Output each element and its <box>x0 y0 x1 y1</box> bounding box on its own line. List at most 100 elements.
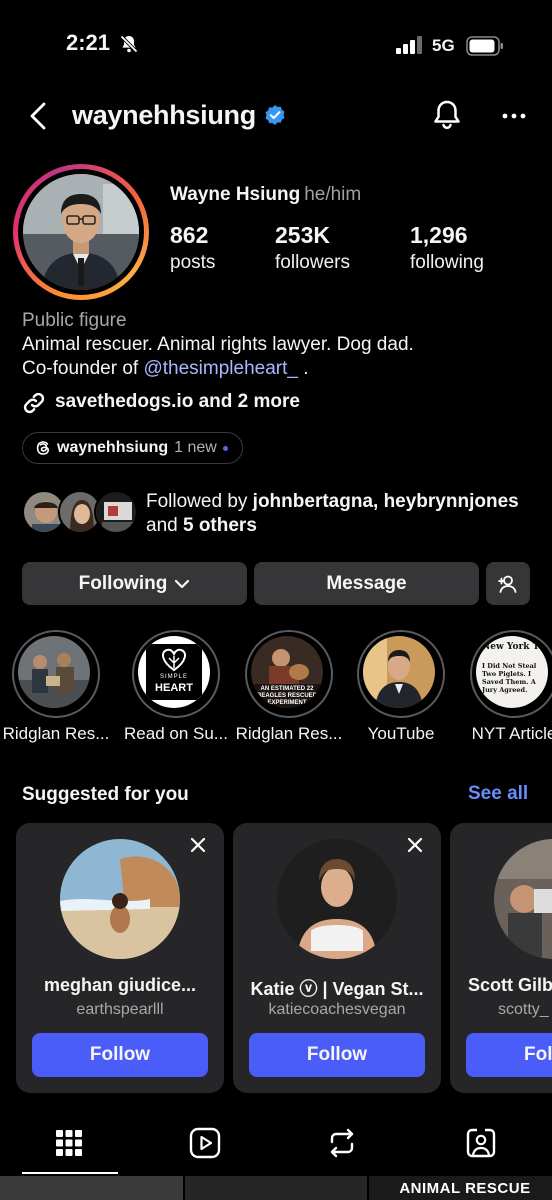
stat-label: followers <box>275 252 350 273</box>
status-time: 2:21 <box>66 30 111 55</box>
suggested-name: Katie ⓥ | Vegan St... <box>250 979 424 999</box>
see-all-link[interactable]: See all <box>468 783 528 805</box>
stat-followers[interactable]: 253K followers <box>275 222 350 274</box>
followed-by-text: Followed by johnbertagna, heybrynnjones … <box>146 490 536 538</box>
add-person-icon <box>498 575 517 593</box>
new-indicator-dot <box>222 445 228 451</box>
suggested-handle: katiecoachesvegan <box>268 1001 406 1018</box>
highlight-simple-heart[interactable]: SIMPLE HEART Read on Su... <box>124 630 228 750</box>
bio-text: Co-founder of <box>22 358 144 379</box>
suggested-card[interactable]: meghan giudice... earthspearlll Follow <box>16 823 224 1093</box>
highlight-nyt-article[interactable]: New York Ti I Did Not Steal Two Piglets.… <box>470 630 552 750</box>
silent-mode-icon <box>120 35 138 53</box>
simple-heart-bottom-text: HEART <box>155 682 193 694</box>
followed-by-names: johnbertagna, heybrynnjones <box>252 491 519 512</box>
highlight-cover: AN ESTIMATED 22 BEAGLES RESCUED EXPERIME… <box>251 636 323 708</box>
profile-avatar[interactable] <box>13 164 149 300</box>
back-arrow-icon[interactable] <box>26 100 50 132</box>
highlight-label: YouTube <box>367 724 435 743</box>
link-chain-icon <box>23 392 45 414</box>
highlight-label: Read on Su... <box>124 724 228 743</box>
tagged-person-icon <box>466 1128 496 1158</box>
posts-grid-peek: ANIMAL RESCUE <box>0 1176 552 1200</box>
follow-button[interactable]: Follo <box>466 1033 552 1077</box>
verified-badge-icon <box>265 105 285 125</box>
signal-icon <box>396 36 422 54</box>
highlight-cover: SIMPLE HEART <box>138 636 210 708</box>
pronouns: he/him <box>304 184 362 205</box>
suggested-title: Suggested for you <box>22 784 189 805</box>
dismiss-close-icon[interactable] <box>407 837 423 853</box>
suggested-name: meghan giudice... <box>43 975 197 995</box>
follow-button[interactable]: Follow <box>32 1033 208 1077</box>
post-thumbnail[interactable] <box>184 1176 368 1200</box>
simple-heart-logo: SIMPLE HEART <box>146 644 202 700</box>
highlight-ridglan-1[interactable]: Ridglan Res... <box>3 630 109 750</box>
tab-tagged[interactable] <box>434 1112 530 1174</box>
bio-line-1: Animal rescuer. Animal rights lawyer. Do… <box>22 334 414 355</box>
message-label: Message <box>326 572 407 594</box>
suggested-card[interactable]: Katie ⓥ | Vegan St... katiecoachesvegan … <box>233 823 441 1093</box>
highlight-cover: New York Ti I Did Not Steal Two Piglets.… <box>476 636 548 708</box>
dismiss-close-icon[interactable] <box>190 837 206 853</box>
tab-reels[interactable] <box>158 1112 254 1174</box>
heart-icon <box>161 648 187 672</box>
more-options-icon[interactable] <box>498 104 530 128</box>
header-username: waynehhsiung <box>72 100 256 130</box>
post-thumbnail[interactable]: ANIMAL RESCUE <box>369 1176 552 1200</box>
profile-category: Public figure <box>22 310 127 331</box>
grid-icon <box>56 1130 82 1156</box>
stat-value: 1,296 <box>410 222 468 248</box>
bio-line-2: Co-founder of @thesimpleheart_ . <box>22 358 309 380</box>
network-type: 5G <box>432 36 455 55</box>
suggested-avatar <box>60 839 180 959</box>
highlight-label: Ridglan Res... <box>2 724 110 743</box>
repost-icon <box>330 1128 354 1158</box>
threads-new-count: 1 new <box>174 439 217 456</box>
followed-by[interactable]: Followed by johnbertagna, heybrynnjones … <box>22 488 542 540</box>
suggested-handle: scotty_ <box>498 1001 549 1018</box>
follow-button[interactable]: Follow <box>249 1033 425 1077</box>
battery-icon <box>466 36 503 56</box>
bio-mention-link[interactable]: @thesimpleheart_ <box>143 358 297 379</box>
full-name: Wayne Hsiung <box>170 184 301 205</box>
nyt-headline: I Did Not Steal Two Piglets. I Saved The… <box>482 662 537 694</box>
tab-reposts[interactable] <box>295 1112 391 1174</box>
bio-text-suffix: . <box>297 358 309 379</box>
post-thumbnail-text: ANIMAL RESCUE <box>399 1180 531 1197</box>
avatar-portrait-graphic <box>23 174 139 290</box>
highlight-cover <box>18 636 90 708</box>
stat-label: following <box>410 252 484 273</box>
stat-posts[interactable]: 862 posts <box>170 222 215 274</box>
suggested-name: Scott Gilb <box>468 975 552 995</box>
simple-heart-top-text: SIMPLE <box>159 674 188 680</box>
tab-grid[interactable] <box>22 1112 118 1174</box>
following-button[interactable]: Following <box>22 562 247 605</box>
reels-play-icon <box>189 1127 221 1159</box>
threads-badge[interactable]: waynehhsiung 1 new <box>22 432 243 464</box>
notifications-bell-icon[interactable] <box>430 98 464 132</box>
followed-by-and: and <box>146 515 183 536</box>
highlight-cover <box>363 636 435 708</box>
threads-handle: waynehhsiung <box>57 439 169 456</box>
suggest-people-button[interactable] <box>486 562 530 605</box>
post-thumbnail[interactable] <box>0 1176 183 1200</box>
highlight-youtube[interactable]: YouTube <box>357 630 445 750</box>
highlight-ridglan-2[interactable]: AN ESTIMATED 22 BEAGLES RESCUED EXPERIME… <box>236 630 342 750</box>
suggested-card-partial[interactable]: Scott Gilb scotty_ Follo <box>450 823 552 1093</box>
mutual-avatar <box>94 490 138 534</box>
stat-following[interactable]: 1,296 following <box>410 222 484 274</box>
followed-by-prefix: Followed by <box>146 491 253 512</box>
profile-header: waynehhsiung <box>0 90 552 142</box>
nyt-masthead: New York Ti <box>482 642 543 652</box>
stat-label: posts <box>170 252 216 273</box>
status-bar: 2:21 5G <box>0 0 552 90</box>
suggested-avatar <box>494 839 552 959</box>
message-button[interactable]: Message <box>254 562 479 605</box>
highlight-label: Ridglan Res... <box>235 724 343 743</box>
stat-value: 253K <box>275 222 330 248</box>
link-text: savethedogs.io and 2 more <box>55 391 300 412</box>
display-name: Wayne Hsiung he/him <box>170 184 361 206</box>
highlight-label: NYT Article <box>471 724 552 743</box>
stat-value: 862 <box>170 222 209 248</box>
